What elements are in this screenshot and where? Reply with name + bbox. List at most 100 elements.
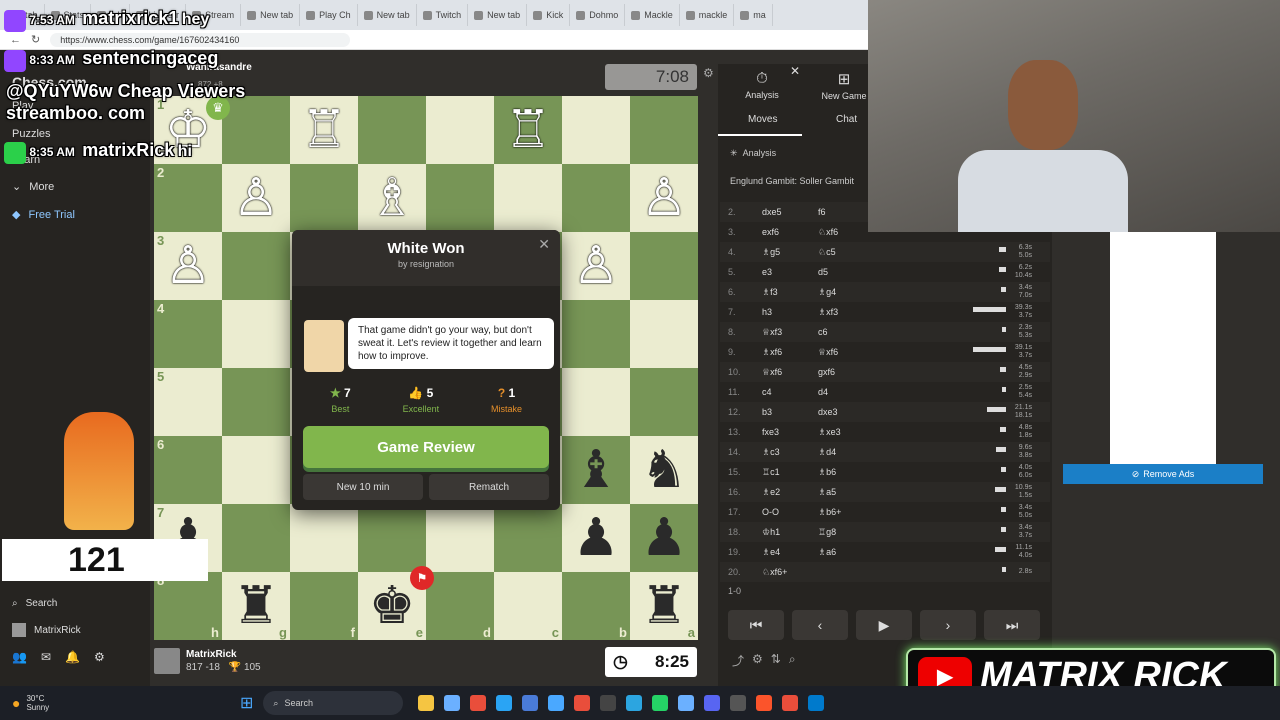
store-icon[interactable] <box>522 695 539 711</box>
whatsapp-icon[interactable] <box>652 695 669 711</box>
flip-icon[interactable]: ⇅ <box>771 652 781 669</box>
rematch-button[interactable]: Rematch <box>429 474 549 500</box>
white-rook-piece[interactable]: ♖ <box>301 104 348 156</box>
widgets-icon[interactable] <box>444 695 461 711</box>
board-square[interactable]: f <box>290 572 358 640</box>
black-move[interactable]: ♕xf6 <box>818 347 888 358</box>
black-move[interactable]: d5 <box>818 267 888 277</box>
analysis-toggle[interactable]: ✳ Analysis <box>730 148 776 159</box>
url-field[interactable]: https://www.chess.com/game/167602434160 <box>50 32 351 47</box>
white-move[interactable]: c4 <box>748 387 818 397</box>
white-move[interactable]: ♕xf6 <box>748 367 818 378</box>
board-square[interactable] <box>222 300 290 368</box>
reload-icon[interactable]: ↻ <box>31 33 40 46</box>
white-move[interactable]: ♕xf3 <box>748 327 818 338</box>
board-square[interactable] <box>630 368 698 436</box>
gear-icon[interactable]: ⚙ <box>94 650 105 664</box>
white-move[interactable]: ♗f3 <box>748 287 818 298</box>
black-move[interactable]: ♗xf3 <box>818 307 888 318</box>
chrome-icon[interactable] <box>782 695 799 711</box>
bell-icon[interactable]: 🔔 <box>65 650 80 664</box>
black-pawn-piece[interactable]: ♟ <box>641 512 688 564</box>
board-square[interactable]: b <box>562 572 630 640</box>
board-square[interactable]: ♙ <box>222 164 290 232</box>
white-move[interactable]: O-O <box>748 507 818 517</box>
new-game-button[interactable]: New 10 min <box>303 474 423 500</box>
tool-analysis[interactable]: ⏱ Analysis <box>732 70 792 100</box>
previous-move-button[interactable]: ‹ <box>792 610 848 640</box>
board-square[interactable]: 5 <box>154 368 222 436</box>
share-icon[interactable]: ⤴ <box>732 652 744 669</box>
browser-tab[interactable]: Play Ch <box>300 4 358 26</box>
black-move[interactable]: ♗b6 <box>818 467 888 478</box>
black-move[interactable]: d4 <box>818 387 888 397</box>
white-pawn-piece[interactable]: ♙ <box>233 172 280 224</box>
board-square[interactable]: ♗ <box>358 164 426 232</box>
black-rook-piece[interactable]: ♜ <box>233 580 280 632</box>
chrome-icon[interactable] <box>574 695 591 711</box>
board-square[interactable] <box>494 164 562 232</box>
game-review-button[interactable]: Game Review <box>303 426 549 468</box>
windows-start-icon[interactable]: ⊞ <box>240 693 253 713</box>
white-pawn-piece[interactable]: ♙ <box>165 240 212 292</box>
board-square[interactable] <box>494 504 562 572</box>
browser-tab[interactable]: Mackle <box>625 4 680 26</box>
notepad-icon[interactable] <box>678 695 695 711</box>
black-move[interactable]: ♗a5 <box>818 487 888 498</box>
sidebar-search[interactable]: ⌕ Search <box>12 598 57 609</box>
white-pawn-piece[interactable]: ♙ <box>573 240 620 292</box>
mail-icon[interactable]: ✉ <box>41 650 51 664</box>
white-move[interactable]: ♖c1 <box>748 467 818 478</box>
mail-icon[interactable] <box>548 695 565 711</box>
board-square[interactable]: 6 <box>154 436 222 504</box>
next-move-button[interactable]: › <box>920 610 976 640</box>
close-icon[interactable]: ✕ <box>538 236 550 253</box>
board-square[interactable] <box>222 504 290 572</box>
board-square[interactable] <box>562 300 630 368</box>
white-move[interactable]: ♗e2 <box>748 487 818 498</box>
back-icon[interactable]: ← <box>10 34 21 46</box>
discord-icon[interactable] <box>704 695 721 711</box>
white-move[interactable]: ♔h1 <box>748 527 818 538</box>
settings-gear-icon[interactable]: ⚙ <box>703 66 714 80</box>
board-square[interactable] <box>630 300 698 368</box>
telegram-icon[interactable] <box>626 695 643 711</box>
browser-tab[interactable]: New tab <box>358 4 417 26</box>
black-move[interactable]: ♗g4 <box>818 287 888 298</box>
board-square[interactable] <box>562 96 630 164</box>
black-move[interactable]: ♗b6+ <box>818 507 888 518</box>
board-square[interactable]: g ♜ <box>222 572 290 640</box>
board-square[interactable]: ♝ <box>562 436 630 504</box>
black-knight-piece[interactable]: ♞ <box>641 444 688 496</box>
white-move[interactable]: h3 <box>748 307 818 317</box>
board-square[interactable]: 2 <box>154 164 222 232</box>
board-square[interactable]: ♙ <box>562 232 630 300</box>
bottom-player-name[interactable]: MatrixRick <box>186 649 261 660</box>
white-move[interactable]: ♗xf6 <box>748 347 818 358</box>
white-move[interactable]: ♗c3 <box>748 447 818 458</box>
white-move[interactable]: ♗g5 <box>748 247 818 258</box>
black-move[interactable]: ♖g8 <box>818 527 888 538</box>
board-square[interactable] <box>222 436 290 504</box>
sidebar-user[interactable]: MatrixRick <box>12 623 81 637</box>
board-square[interactable]: 4 <box>154 300 222 368</box>
black-move[interactable]: gxf6 <box>818 367 888 377</box>
terminal-icon[interactable] <box>600 695 617 711</box>
board-square[interactable] <box>630 96 698 164</box>
vscode-icon[interactable] <box>808 695 825 711</box>
browser-tab[interactable]: ma <box>734 4 773 26</box>
board-square[interactable] <box>290 504 358 572</box>
black-pawn-piece[interactable]: ♟ <box>573 512 620 564</box>
board-square[interactable]: ♖ <box>494 96 562 164</box>
board-square[interactable] <box>426 96 494 164</box>
brave-icon[interactable] <box>756 695 773 711</box>
white-move[interactable]: e3 <box>748 267 818 277</box>
friends-icon[interactable]: 👥 <box>12 650 27 664</box>
browser-tab[interactable]: Dohmo <box>570 4 626 26</box>
last-move-button[interactable]: ⏭ <box>984 610 1040 640</box>
obs-icon[interactable] <box>730 695 747 711</box>
browser-tab[interactable]: mackle <box>680 4 735 26</box>
white-rook-piece[interactable]: ♖ <box>505 104 552 156</box>
board-square[interactable]: ♙ <box>630 164 698 232</box>
black-move[interactable]: ♗xe3 <box>818 427 888 438</box>
